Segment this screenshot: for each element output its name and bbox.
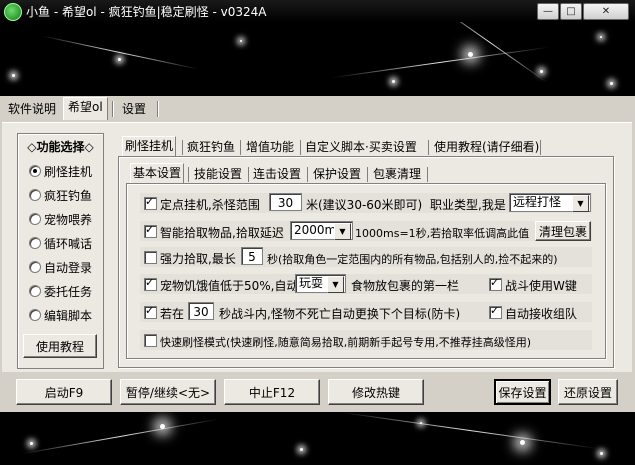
power-pickup-seconds-input[interactable]: 5: [241, 247, 263, 265]
settings-row-pet-hunger: 宠物饥饿值低于50%,自动 玩耍 ▼ 食物放包裹的第一栏 战斗使用W键: [140, 274, 592, 294]
start-button[interactable]: 启动F9: [16, 379, 112, 405]
chevron-down-icon[interactable]: ▼: [327, 276, 344, 293]
maximize-button[interactable]: □: [560, 3, 582, 20]
target-switch-checkbox[interactable]: [144, 304, 157, 319]
target-switch-hint: 秒战斗内,怪物不死亡自动更换下个目标(防卡): [219, 307, 461, 321]
radio-button[interactable]: [29, 237, 41, 249]
radio-monster-farming[interactable]: 刷怪挂机: [29, 163, 101, 179]
pet-action-value: 玩耍: [299, 276, 324, 290]
radio-crazy-fishing[interactable]: 疯狂钓鱼: [29, 187, 101, 203]
auto-accept-team-label: 自动接收组队: [505, 307, 578, 321]
radio-button[interactable]: [29, 165, 41, 177]
job-type-label: 职业类型,我是: [430, 198, 506, 212]
radio-label: 疯狂钓鱼: [44, 189, 93, 203]
pet-hunger-label: 宠物饥饿值低于50%,自动: [160, 279, 299, 293]
top-banner-image: [0, 22, 635, 96]
title-bar: 小鱼 - 希望ol - 疯狂钓鱼|稳定刷怪 - v0324A — □ ✕: [0, 0, 635, 22]
radio-label: 宠物喂养: [44, 213, 93, 227]
restore-settings-button[interactable]: 还原设置: [558, 379, 618, 405]
radio-button[interactable]: [29, 261, 41, 273]
radio-edit-script[interactable]: 编辑脚本: [29, 307, 101, 323]
radio-label: 循环喊话: [44, 237, 93, 251]
fast-mode-checkbox[interactable]: [144, 334, 157, 347]
fixed-hang-label: 定点挂机,杀怪范围: [160, 198, 260, 212]
job-type-value: 远程打怪: [513, 195, 562, 209]
tab-combo-settings[interactable]: 连击设置: [251, 165, 303, 183]
bottom-banner-image: [0, 412, 635, 465]
pet-hunger-checkbox[interactable]: [144, 276, 157, 291]
settings-row-smart-pickup: 智能拾取物品,拾取延迟 2000ms ▼ 1000ms=1秒,若拾取率低调高此值…: [140, 221, 592, 241]
fast-mode-label: 快速刷怪模式(快速刷怪,随意简易拾取,前期新手起号专用,不推荐挂高级怪用): [160, 336, 532, 349]
close-button[interactable]: ✕: [583, 3, 629, 20]
power-pickup-checkbox[interactable]: [144, 251, 157, 264]
auto-accept-team-checkbox[interactable]: [489, 304, 502, 319]
settings-row-fast-mode: 快速刷怪模式(快速刷怪,随意简易拾取,前期新手起号专用,不推荐挂高级怪用): [140, 330, 592, 350]
settings-row-power-pickup: 强力拾取,最长 5 秒(拾取角色一定范围内的所有物品,包括别人的,捡不起来的): [140, 247, 592, 267]
tab-skill-settings[interactable]: 技能设置: [192, 165, 244, 183]
power-pickup-label: 强力拾取,最长: [160, 252, 236, 266]
modify-hotkey-button[interactable]: 修改热键: [328, 379, 424, 405]
function-select-title: ◇功能选择◇: [27, 140, 94, 154]
tab-protection-settings[interactable]: 保护设置: [311, 165, 363, 183]
power-pickup-hint: 秒(拾取角色一定范围内的所有物品,包括别人的,捡不起来的): [267, 253, 558, 266]
radio-button[interactable]: [29, 213, 41, 225]
top-tab-strip: 软件说明 希望ol 设置: [0, 96, 635, 122]
tutorial-button[interactable]: 使用教程: [23, 334, 97, 358]
battle-w-key-label: 战斗使用W键: [505, 279, 577, 293]
minimize-button[interactable]: —: [537, 3, 559, 20]
tab-monster-farming[interactable]: 刷怪挂机: [122, 136, 177, 157]
main-tab-strip: 刷怪挂机 疯狂钓鱼 增值功能 自定义脚本·买卖设置 使用教程(请仔细看): [122, 136, 542, 158]
chevron-down-icon[interactable]: ▼: [334, 223, 351, 240]
radio-pet-feeding[interactable]: 宠物喂养: [29, 211, 101, 227]
tab-basic-settings[interactable]: 基本设置: [130, 163, 185, 184]
smart-pickup-label: 智能拾取物品,拾取延迟: [160, 226, 284, 240]
kill-range-hint: 米(建议30-60米即可): [306, 198, 423, 212]
pet-action-select[interactable]: 玩耍 ▼: [295, 274, 346, 293]
save-settings-button[interactable]: 保存设置: [494, 379, 551, 405]
battle-w-key-checkbox[interactable]: [489, 276, 502, 291]
tab-settings[interactable]: 设置: [118, 100, 150, 118]
radio-label: 刷怪挂机: [44, 165, 93, 179]
pet-food-hint: 食物放包裹的第一栏: [351, 279, 460, 293]
settings-row-target-switch: 若在 30 秒战斗内,怪物不死亡自动更换下个目标(防卡) 自动接收组队: [140, 302, 592, 322]
radio-button[interactable]: [29, 189, 41, 201]
target-switch-prefix: 若在: [160, 307, 185, 321]
kill-range-input[interactable]: 30: [269, 193, 302, 211]
sub-tab-strip: 基本设置 技能设置 连击设置 保护设置 包裹清理: [130, 163, 430, 185]
function-select-panel: ◇功能选择◇ 刷怪挂机 疯狂钓鱼 宠物喂养 循环喊话 自动登录 委托任务 编辑脚…: [17, 133, 104, 369]
smart-pickup-checkbox[interactable]: [144, 223, 157, 238]
tab-value-added[interactable]: 增值功能: [244, 138, 296, 156]
tab-software-info[interactable]: 软件说明: [4, 100, 60, 118]
radio-label: 委托任务: [44, 285, 93, 299]
fixed-hang-checkbox[interactable]: [144, 195, 157, 210]
radio-button[interactable]: [29, 309, 41, 321]
pause-resume-button[interactable]: 暂停/继续<无>: [120, 379, 216, 405]
tab-usage-tutorial[interactable]: 使用教程(请仔细看): [432, 138, 541, 156]
bottom-button-bar: 启动F9 暂停/继续<无> 中止F12 修改热键 保存设置 还原设置: [0, 372, 635, 412]
pickup-delay-select[interactable]: 2000ms ▼: [290, 221, 353, 240]
chevron-down-icon[interactable]: ▼: [572, 195, 589, 212]
radio-commission-task[interactable]: 委托任务: [29, 283, 101, 299]
stop-button[interactable]: 中止F12: [224, 379, 320, 405]
radio-label: 自动登录: [44, 261, 93, 275]
radio-auto-login[interactable]: 自动登录: [29, 259, 101, 275]
tab-custom-script[interactable]: 自定义脚本·买卖设置: [303, 138, 419, 156]
job-type-select[interactable]: 远程打怪 ▼: [509, 193, 591, 212]
settings-row-fixed-hang: 定点挂机,杀怪范围 30 米(建议30-60米即可) 职业类型,我是 远程打怪 …: [140, 193, 592, 213]
tab-crazy-fishing[interactable]: 疯狂钓鱼: [185, 138, 237, 156]
radio-button[interactable]: [29, 285, 41, 297]
clean-bag-button[interactable]: 清理包裹: [535, 221, 591, 241]
radio-loop-shout[interactable]: 循环喊话: [29, 235, 101, 251]
pickup-delay-hint: 1000ms=1秒,若拾取率低调高此值: [355, 227, 530, 240]
window-title: 小鱼 - 希望ol - 疯狂钓鱼|稳定刷怪 - v0324A: [26, 5, 267, 19]
tab-xiwang-ol[interactable]: 希望ol: [63, 97, 108, 120]
radio-label: 编辑脚本: [44, 309, 93, 323]
target-switch-seconds-input[interactable]: 30: [188, 302, 214, 320]
tab-bag-cleanup[interactable]: 包裹清理: [371, 165, 423, 183]
app-fish-icon: [4, 3, 22, 21]
